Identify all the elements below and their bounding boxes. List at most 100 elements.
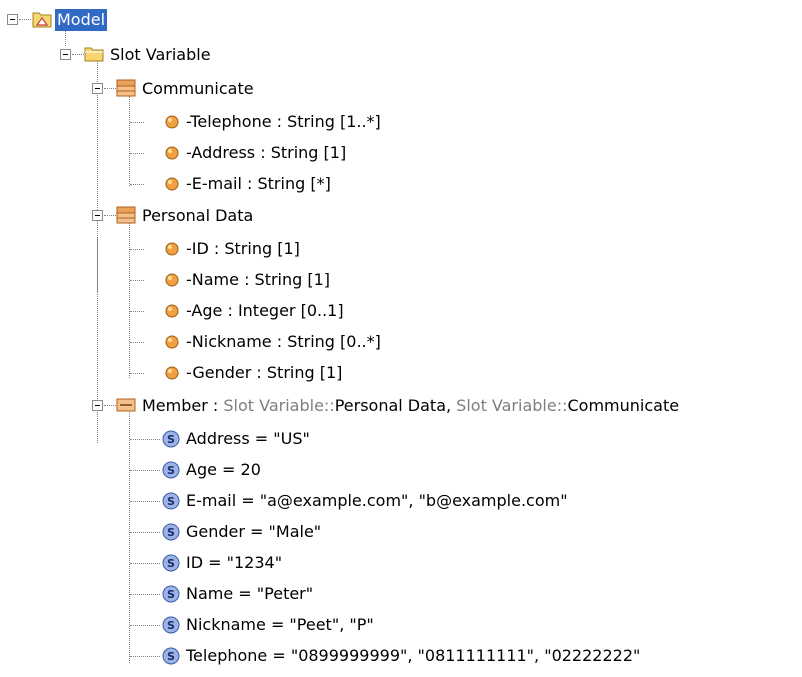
classifier-separator: ,	[446, 396, 457, 415]
slot-value: Nickname = "Peet", "P"	[186, 615, 374, 634]
tree-connector	[130, 656, 160, 657]
tree-connector	[104, 215, 116, 216]
classifier-name: Communicate	[567, 396, 680, 415]
tree-connector	[130, 122, 144, 123]
collapse-toggle[interactable]	[92, 210, 103, 221]
slot-icon: S	[162, 430, 180, 448]
classifier-prefix: Slot Variable::	[456, 396, 568, 415]
attribute-name: -Name	[186, 270, 239, 289]
tree-connector	[130, 249, 144, 250]
tree-connector	[130, 280, 144, 281]
collapse-toggle[interactable]	[7, 14, 18, 25]
tree-connector	[72, 54, 84, 55]
tree-node-slot[interactable]: S Nickname = "Peet", "P"	[0, 610, 700, 640]
svg-text:S: S	[167, 433, 175, 446]
tree-connector	[130, 311, 144, 312]
model-package-icon	[32, 12, 52, 28]
attribute-name: -Gender	[186, 363, 252, 382]
slot-value: Gender = "Male"	[186, 522, 322, 541]
svg-text:S: S	[167, 526, 175, 539]
collapse-toggle[interactable]	[92, 83, 103, 94]
tree-node-attribute[interactable]: -Nickname : String [0..*]	[0, 327, 400, 357]
slot-value: Telephone = "0899999999", "0811111111", …	[186, 646, 641, 665]
class-icon	[116, 206, 136, 224]
slot-value: Age = 20	[186, 460, 261, 479]
tree-connector	[130, 625, 160, 626]
slot-icon: S	[162, 554, 180, 572]
tree-connector	[130, 563, 160, 564]
tree-connector	[19, 19, 31, 20]
attribute-icon	[165, 366, 179, 380]
tree-node-slot[interactable]: S Age = 20	[0, 455, 700, 485]
model-label: Model	[55, 9, 108, 31]
folder-icon	[84, 47, 104, 62]
attribute-icon	[165, 335, 179, 349]
tree-node-attribute[interactable]: -Name : String [1]	[0, 265, 400, 295]
attribute-icon	[165, 304, 179, 318]
class-label: Personal Data	[142, 206, 254, 225]
attribute-type: : String [1]	[251, 363, 343, 382]
svg-text:S: S	[167, 619, 175, 632]
slot-icon: S	[162, 585, 180, 603]
attribute-type: : String [*]	[241, 174, 331, 193]
tree-node-personal-data[interactable]: Personal Data	[0, 201, 300, 231]
collapse-toggle[interactable]	[92, 400, 103, 411]
slot-icon: S	[162, 616, 180, 634]
tree-connector	[130, 373, 144, 374]
svg-text:S: S	[167, 588, 175, 601]
slot-icon: S	[162, 461, 180, 479]
tree-node-attribute[interactable]: -Gender : String [1]	[0, 358, 400, 388]
tree-node-attribute[interactable]: -Address : String [1]	[0, 138, 400, 168]
class-icon	[116, 79, 136, 97]
instance-specification-icon	[116, 398, 136, 412]
attribute-icon	[165, 177, 179, 191]
slot-value: ID = "1234"	[186, 553, 283, 572]
tree-connector	[130, 470, 160, 471]
class-label: Communicate	[142, 79, 254, 98]
tree-node-attribute[interactable]: -E-mail : String [*]	[0, 169, 400, 199]
attribute-type: : String [1]	[238, 270, 331, 289]
svg-text:S: S	[167, 650, 175, 663]
attribute-type: : Integer [0..1]	[222, 301, 344, 320]
attribute-name: -Address	[186, 143, 256, 162]
svg-text:S: S	[167, 464, 175, 477]
tree-node-slot[interactable]: S Telephone = "0899999999", "0811111111"…	[0, 641, 760, 671]
attribute-type: : String [1..*]	[271, 112, 381, 131]
attribute-name: -Telephone	[186, 112, 272, 131]
slot-value: Name = "Peter"	[186, 584, 314, 603]
svg-text:S: S	[167, 495, 175, 508]
tree-connector	[130, 594, 160, 595]
tree-node-attribute[interactable]: -Telephone : String [1..*]	[0, 107, 400, 137]
tree-node-model[interactable]: Model	[0, 5, 200, 35]
tree-node-slot[interactable]: S Gender = "Male"	[0, 517, 700, 547]
attribute-type: : String [1]	[255, 143, 347, 162]
attribute-name: -ID	[186, 239, 209, 258]
attribute-icon	[165, 273, 179, 287]
attribute-icon	[165, 115, 179, 129]
classifier-prefix: Slot Variable::	[223, 396, 335, 415]
tree-connector	[130, 532, 160, 533]
tree-node-slot[interactable]: S ID = "1234"	[0, 548, 700, 578]
tree-node-member[interactable]: Member : Slot Variable::Personal Data, S…	[0, 391, 802, 421]
package-label: Slot Variable	[110, 45, 211, 64]
tree-connector	[130, 342, 144, 343]
tree-node-slot[interactable]: S E-mail = "a@example.com", "b@example.c…	[0, 486, 700, 516]
tree-connector	[130, 501, 160, 502]
tree-connector	[130, 153, 144, 154]
tree-connector	[130, 439, 160, 440]
instance-name: Member	[142, 396, 208, 415]
slot-icon: S	[162, 647, 180, 665]
tree-node-attribute[interactable]: -Age : Integer [0..1]	[0, 296, 400, 326]
tree-node-slot[interactable]: S Address = "US"	[0, 424, 700, 454]
tree-connector	[104, 405, 116, 406]
slot-value: E-mail = "a@example.com", "b@example.com…	[186, 491, 568, 510]
tree-node-attribute[interactable]: -ID : String [1]	[0, 234, 400, 264]
attribute-type: : String [1]	[208, 239, 300, 258]
tree-node-slot-variable[interactable]: Slot Variable	[0, 40, 260, 70]
tree-node-communicate[interactable]: Communicate	[0, 74, 300, 104]
collapse-toggle[interactable]	[60, 49, 71, 60]
slot-icon: S	[162, 523, 180, 541]
attribute-icon	[165, 242, 179, 256]
tree-node-slot[interactable]: S Name = "Peter"	[0, 579, 700, 609]
instance-separator: :	[207, 396, 224, 415]
